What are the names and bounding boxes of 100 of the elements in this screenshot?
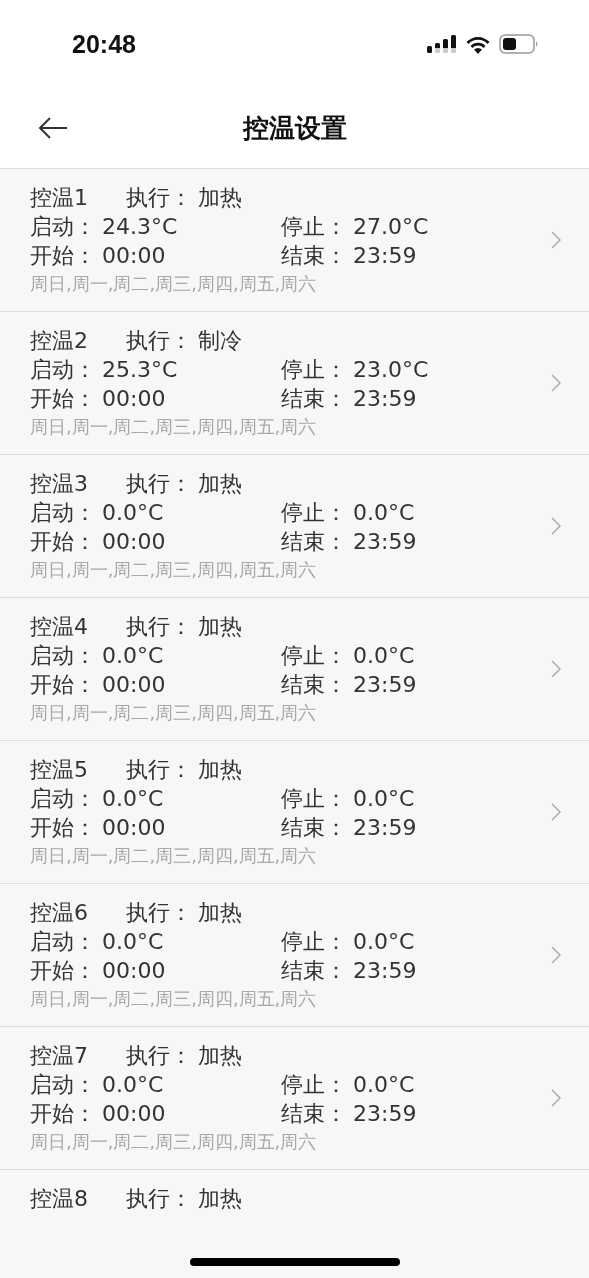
end-value: 23:59 (353, 814, 417, 842)
begin-label: 开始： (30, 528, 96, 556)
end-label: 结束： (281, 242, 347, 270)
end-label: 结束： (281, 1100, 347, 1128)
start-value: 0.0°C (102, 499, 164, 527)
weekdays-text: 周日,周一,周二,周三,周四,周五,周六 (30, 1130, 318, 1154)
rule-title: 控温7 (30, 1042, 89, 1070)
begin-label: 开始： (30, 957, 96, 985)
begin-label: 开始： (30, 242, 96, 270)
begin-value: 00:00 (102, 242, 166, 270)
end-value: 23:59 (353, 1100, 417, 1128)
end-label: 结束： (281, 385, 347, 413)
start-label: 启动： (30, 499, 96, 527)
rule-row[interactable]: 控温4 执行： 加热 启动： 0.0°C 停止： 0.0°C 开始： 00:00 结束： 23:59 周日,周一,周二,周三,周四,周五,周六 (0, 598, 589, 741)
mode-label: 执行： (126, 470, 192, 498)
weekdays-text: 周日,周一,周二,周三,周四,周五,周六 (30, 701, 318, 725)
rule-title: 控温6 (30, 899, 89, 927)
rule-title: 控温5 (30, 756, 89, 784)
start-value: 0.0°C (102, 928, 164, 956)
start-value: 25.3°C (102, 356, 178, 384)
mode-label: 执行： (126, 327, 192, 355)
status-time: 20:48 (72, 29, 136, 59)
rule-row[interactable]: 控温6 执行： 加热 启动： 0.0°C 停止： 0.0°C 开始： 00:00 结束： 23:59 周日,周一,周二,周三,周四,周五,周六 (0, 884, 589, 1027)
end-label: 结束： (281, 814, 347, 842)
stop-label: 停止： (281, 642, 347, 670)
mode-value: 加热 (198, 899, 242, 927)
end-value: 23:59 (353, 671, 417, 699)
rule-title: 控温8 (30, 1185, 89, 1213)
start-label: 启动： (30, 213, 96, 241)
rule-row[interactable]: 控温8 执行： 加热 (0, 1170, 589, 1228)
signal-icon (427, 35, 457, 53)
weekdays-text: 周日,周一,周二,周三,周四,周五,周六 (30, 415, 318, 439)
mode-value: 加热 (198, 1042, 242, 1070)
begin-value: 00:00 (102, 671, 166, 699)
wifi-icon (465, 34, 491, 54)
chevron-right-icon (551, 1089, 561, 1107)
chevron-right-icon (551, 374, 561, 392)
stop-value: 0.0°C (353, 785, 415, 813)
begin-label: 开始： (30, 814, 96, 842)
mode-value: 加热 (198, 1185, 242, 1213)
rule-row[interactable]: 控温1 执行： 加热 启动： 24.3°C 停止： 27.0°C 开始： 00:00 结束： 23:59 周日,周一,周二,周三,周四,周五,周六 (0, 169, 589, 312)
mode-value: 制冷 (198, 327, 242, 355)
end-value: 23:59 (353, 957, 417, 985)
weekdays-text: 周日,周一,周二,周三,周四,周五,周六 (30, 844, 318, 868)
stop-value: 0.0°C (353, 642, 415, 670)
start-label: 启动： (30, 1071, 96, 1099)
chevron-right-icon (551, 803, 561, 821)
start-label: 启动： (30, 785, 96, 813)
stop-value: 27.0°C (353, 213, 429, 241)
chevron-right-icon (551, 946, 561, 964)
begin-value: 00:00 (102, 1100, 166, 1128)
stop-label: 停止： (281, 213, 347, 241)
mode-label: 执行： (126, 1185, 192, 1213)
end-value: 23:59 (353, 528, 417, 556)
back-button[interactable] (38, 117, 68, 139)
end-value: 23:59 (353, 242, 417, 270)
rule-row[interactable]: 控温2 执行： 制冷 启动： 25.3°C 停止： 23.0°C 开始： 00:00 结束： 23:59 周日,周一,周二,周三,周四,周五,周六 (0, 312, 589, 455)
stop-label: 停止： (281, 1071, 347, 1099)
start-value: 0.0°C (102, 642, 164, 670)
chevron-right-icon (551, 517, 561, 535)
stop-label: 停止： (281, 785, 347, 813)
mode-label: 执行： (126, 1042, 192, 1070)
weekdays-text: 周日,周一,周二,周三,周四,周五,周六 (30, 558, 318, 582)
rule-row[interactable]: 控温7 执行： 加热 启动： 0.0°C 停止： 0.0°C 开始： 00:00 结束： 23:59 周日,周一,周二,周三,周四,周五,周六 (0, 1027, 589, 1170)
begin-value: 00:00 (102, 957, 166, 985)
begin-label: 开始： (30, 1100, 96, 1128)
stop-label: 停止： (281, 356, 347, 384)
page-title: 控温设置 (242, 111, 347, 145)
end-label: 结束： (281, 957, 347, 985)
stop-value: 0.0°C (353, 928, 415, 956)
begin-label: 开始： (30, 385, 96, 413)
mode-label: 执行： (126, 613, 192, 641)
start-value: 0.0°C (102, 1071, 164, 1099)
begin-value: 00:00 (102, 528, 166, 556)
start-label: 启动： (30, 928, 96, 956)
end-value: 23:59 (353, 385, 417, 413)
end-label: 结束： (281, 671, 347, 699)
stop-label: 停止： (281, 499, 347, 527)
start-label: 启动： (30, 642, 96, 670)
stop-value: 0.0°C (353, 1071, 415, 1099)
rule-row[interactable]: 控温5 执行： 加热 启动： 0.0°C 停止： 0.0°C 开始： 00:00 结束： 23:59 周日,周一,周二,周三,周四,周五,周六 (0, 741, 589, 884)
stop-label: 停止： (281, 928, 347, 956)
rule-title: 控温2 (30, 327, 89, 355)
rule-title: 控温3 (30, 470, 89, 498)
mode-value: 加热 (198, 184, 242, 212)
begin-value: 00:00 (102, 814, 166, 842)
mode-label: 执行： (126, 184, 192, 212)
rule-row[interactable]: 控温3 执行： 加热 启动： 0.0°C 停止： 0.0°C 开始： 00:00 结束： 23:59 周日,周一,周二,周三,周四,周五,周六 (0, 455, 589, 598)
stop-value: 0.0°C (353, 499, 415, 527)
rule-title: 控温4 (30, 613, 89, 641)
mode-label: 执行： (126, 756, 192, 784)
start-label: 启动： (30, 356, 96, 384)
mode-label: 执行： (126, 899, 192, 927)
weekdays-text: 周日,周一,周二,周三,周四,周五,周六 (30, 987, 318, 1011)
stop-value: 23.0°C (353, 356, 429, 384)
start-value: 0.0°C (102, 785, 164, 813)
chevron-right-icon (551, 660, 561, 678)
start-value: 24.3°C (102, 213, 178, 241)
end-label: 结束： (281, 528, 347, 556)
begin-label: 开始： (30, 671, 96, 699)
